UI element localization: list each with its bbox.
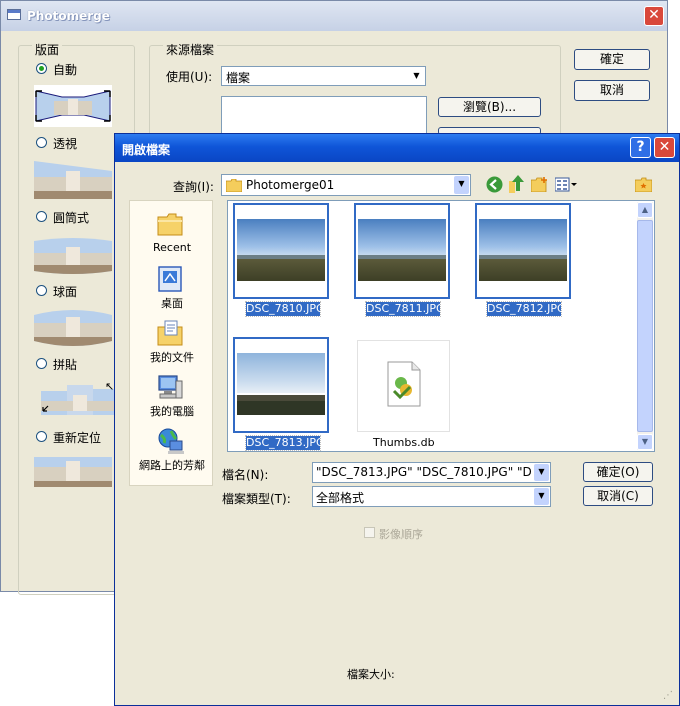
layout-auto-radio[interactable]: [36, 63, 47, 74]
vertical-scrollbar[interactable]: ▲ ▼: [637, 202, 653, 450]
window-icon: [7, 9, 21, 20]
filetype-value: 全部格式: [316, 491, 365, 505]
layout-auto-preview: [34, 85, 112, 127]
filename-label: 檔名(N):: [222, 468, 269, 482]
cancel-button[interactable]: 取消: [574, 80, 650, 101]
recent-folder-icon: [157, 213, 183, 236]
place-label: 我的文件: [150, 351, 194, 364]
system-file-icon: [387, 361, 421, 407]
open-file-dialog: 開啟檔案 ? ✕ 查詢(I): Photomerge01 ▼ Recent 桌面…: [114, 133, 680, 706]
look-in-value: Photomerge01: [246, 178, 335, 192]
use-select-value: 檔案: [226, 71, 251, 85]
layout-group-label: 版面: [32, 41, 63, 58]
layout-spherical-label: 球面: [53, 285, 78, 299]
layout-cylindrical-radio[interactable]: [36, 211, 47, 222]
file-name[interactable]: DSC_7813.JPG: [245, 435, 325, 451]
help-icon[interactable]: ?: [630, 137, 651, 158]
close-icon[interactable]: ✕: [654, 137, 675, 158]
use-select[interactable]: 檔案 ▼: [221, 66, 426, 86]
back-icon[interactable]: [486, 176, 503, 193]
new-folder-icon[interactable]: [531, 177, 548, 192]
scroll-down-icon[interactable]: ▼: [637, 434, 653, 450]
source-group-label: 來源檔案: [163, 41, 218, 58]
filename-input[interactable]: "DSC_7813.JPG" "DSC_7810.JPG" "DSC_781 ▼: [312, 462, 551, 483]
file-name[interactable]: DSC_7810.JPG: [245, 301, 325, 317]
browse-button[interactable]: 瀏覽(B)...: [438, 97, 541, 117]
filetype-label: 檔案類型(T):: [222, 492, 291, 506]
view-menu-icon[interactable]: [555, 177, 577, 192]
tools-icon[interactable]: [635, 177, 652, 192]
scroll-up-icon[interactable]: ▲: [637, 202, 653, 218]
resize-cursor-icon: ↖: [105, 380, 115, 393]
chevron-down-icon: ▼: [454, 176, 469, 194]
layout-collage-label: 拼貼: [53, 358, 78, 372]
place-label: Recent: [152, 241, 192, 254]
layout-spherical-radio[interactable]: [36, 285, 47, 296]
file-name[interactable]: Thumbs.db: [373, 436, 435, 449]
look-in-select[interactable]: Photomerge01 ▼: [221, 174, 471, 196]
source-file-list[interactable]: [221, 96, 427, 136]
file-name[interactable]: DSC_7811.JPG: [365, 301, 445, 317]
place-label: 我的電腦: [150, 405, 194, 418]
layout-perspective-radio[interactable]: [36, 137, 47, 148]
file-name[interactable]: DSC_7812.JPG: [486, 301, 566, 317]
layout-cylindrical-preview: [34, 238, 112, 274]
chevron-down-icon: ▼: [413, 71, 420, 80]
desktop-icon: [158, 266, 182, 292]
image-sequence-label: 影像順序: [379, 528, 423, 541]
my-computer-icon: [158, 375, 183, 399]
file-thumbnail[interactable]: [475, 203, 571, 299]
place-label: 網路上的芳鄰: [139, 459, 205, 472]
use-label: 使用(U):: [166, 70, 213, 84]
image-sequence-checkbox[interactable]: [364, 527, 375, 538]
layout-auto-label: 自動: [53, 63, 78, 77]
places-bar: Recent 桌面 我的文件 我的電腦 網路上的芳鄰: [129, 200, 213, 486]
chevron-down-icon[interactable]: ▼: [534, 464, 549, 481]
scrollbar-thumb[interactable]: [637, 220, 653, 432]
filename-value: "DSC_7813.JPG" "DSC_7810.JPG" "DSC_781: [316, 465, 532, 479]
folder-icon: [226, 179, 242, 192]
network-places-icon: [158, 428, 184, 454]
photomerge-title: Photomerge: [27, 9, 110, 23]
chevron-down-icon[interactable]: ▼: [534, 488, 549, 505]
up-folder-icon[interactable]: [509, 175, 525, 193]
layout-perspective-preview: [34, 161, 112, 199]
close-icon[interactable]: ✕: [644, 6, 664, 26]
dialog-titlebar[interactable]: 開啟檔案 ? ✕: [115, 134, 679, 162]
layout-cylindrical-label: 圓筒式: [53, 211, 90, 225]
layout-spherical-preview: [34, 310, 112, 346]
layout-perspective-label: 透視: [53, 137, 78, 151]
file-thumbnail[interactable]: [354, 203, 450, 299]
file-size-label: 檔案大小:: [347, 668, 395, 681]
look-in-label: 查詢(I):: [173, 180, 214, 194]
file-thumbnail[interactable]: [233, 203, 329, 299]
my-documents-icon: [157, 320, 183, 346]
layout-reposition-preview: [34, 457, 112, 487]
photomerge-titlebar[interactable]: Photomerge ✕: [1, 1, 667, 31]
open-ok-button[interactable]: 確定(O): [583, 462, 653, 482]
file-thumbnail[interactable]: [233, 337, 329, 433]
layout-reposition-radio[interactable]: [36, 431, 47, 442]
dialog-title: 開啟檔案: [122, 143, 171, 157]
resize-grip-icon[interactable]: ⋰: [663, 690, 677, 704]
open-cancel-button[interactable]: 取消(C): [583, 486, 653, 506]
file-thumbnail[interactable]: [357, 340, 450, 432]
filetype-select[interactable]: 全部格式 ▼: [312, 486, 551, 507]
ok-button[interactable]: 確定: [574, 49, 650, 70]
layout-collage-radio[interactable]: [36, 358, 47, 369]
place-label: 桌面: [161, 297, 183, 310]
layout-reposition-label: 重新定位: [53, 431, 102, 445]
